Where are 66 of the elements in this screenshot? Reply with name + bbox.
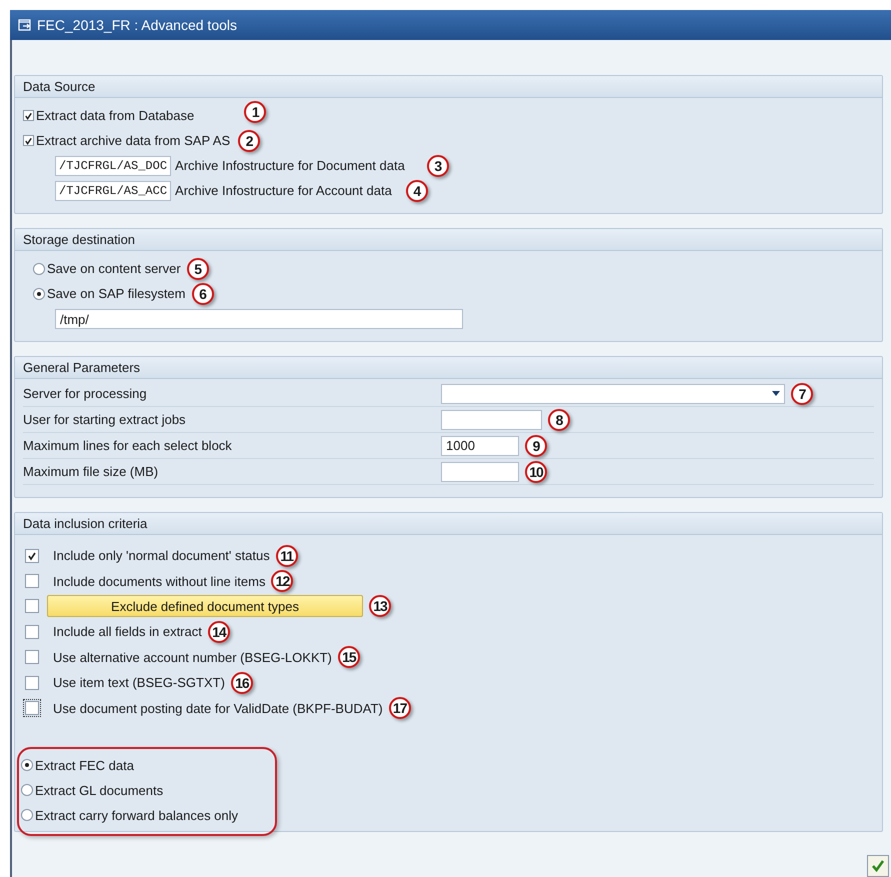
callout-number: 12 [271,570,294,592]
checkbox[interactable] [25,676,39,690]
radio-button[interactable] [33,262,45,274]
radio-label: Save on SAP filesystem [47,286,186,301]
checkbox[interactable] [25,548,39,563]
group-title: Storage destination [15,229,882,251]
group-title: Data Source [15,76,882,98]
callout-number: 5 [186,258,209,280]
radio-label: Extract FEC data [35,758,134,773]
callout-number: 8 [548,408,570,430]
callout-number: 3 [426,154,449,176]
callout-number: 2 [238,130,260,152]
checkmark-icon [871,859,885,873]
group-title: General Parameters [15,357,882,379]
parameter-label: Maximum file size (MB) [23,464,160,479]
callout-number: 4 [406,180,428,202]
confirm-button[interactable] [867,855,889,877]
radio-button[interactable] [33,288,45,300]
radio-label: Extract carry forward balances only [35,808,238,823]
group-title: Data inclusion criteria [15,513,882,535]
checkbox-label: Include documents without line items [53,574,266,589]
checkbox-label: Use item text (BSEG-SGTXT) [53,675,225,690]
callout-number: 17 [388,697,411,720]
callout-number: 16 [230,672,253,694]
parameter-label: Maximum lines for each select block [23,438,233,453]
field-label: Archive Infostructure for Document data [175,158,405,173]
input-field[interactable]: 1000 [441,436,519,456]
callout-number: 6 [192,282,214,304]
checkbox[interactable] [25,574,39,588]
callout-number: 11 [276,544,298,567]
checkbox-label: Use document posting date for ValidDate (BKPF-BUDAT) [53,700,383,716]
callout-number: 10 [525,460,547,482]
radio-button[interactable] [21,809,33,822]
checkbox[interactable] [25,650,39,664]
callout-number: 13 [369,595,391,618]
checkbox-label: Include all fields in extract [53,624,202,640]
checkbox[interactable] [25,701,39,716]
checkbox[interactable] [25,624,39,639]
callout-number: 14 [208,620,230,643]
parameter-label: Server for processing [23,386,148,401]
callout-number: 15 [338,646,360,668]
checkbox[interactable] [23,110,34,121]
callout-number: 1 [244,100,266,122]
input-field[interactable] [441,410,542,430]
checkbox-label: Extract data from Database [36,108,194,123]
checkbox[interactable] [25,599,39,614]
input-field[interactable]: /TJCFRGL/AS_DOC [55,156,172,176]
exclude-types-button[interactable]: Exclude defined document types [47,595,363,618]
radio-button[interactable] [21,784,33,796]
checkbox-label: Use alternative account number (BSEG-LOKKT) [53,650,332,665]
radio-label: Extract GL documents [35,782,164,798]
callout-number: 7 [791,382,813,404]
parameter-label: User for starting extract jobs [23,412,187,427]
callout-number: 9 [525,434,547,456]
checkbox[interactable] [23,135,34,146]
checkbox-label: Include only 'normal document' status [53,548,270,564]
field-label: Archive Infostructure for Account data [175,183,392,198]
checkbox-label: Extract archive data from SAP AS [36,133,230,148]
path-field[interactable]: /tmp/ [55,308,463,328]
radio-label: Save on content server [47,261,181,276]
window-title: FEC_2013_FR : Advanced tools [37,17,238,33]
dropdown-caret-icon[interactable] [772,391,780,396]
input-field[interactable] [441,462,519,482]
window-menu-icon[interactable] [18,19,32,31]
radio-button[interactable] [21,759,33,772]
input-field[interactable]: /TJCFRGL/AS_ACC [55,180,172,200]
